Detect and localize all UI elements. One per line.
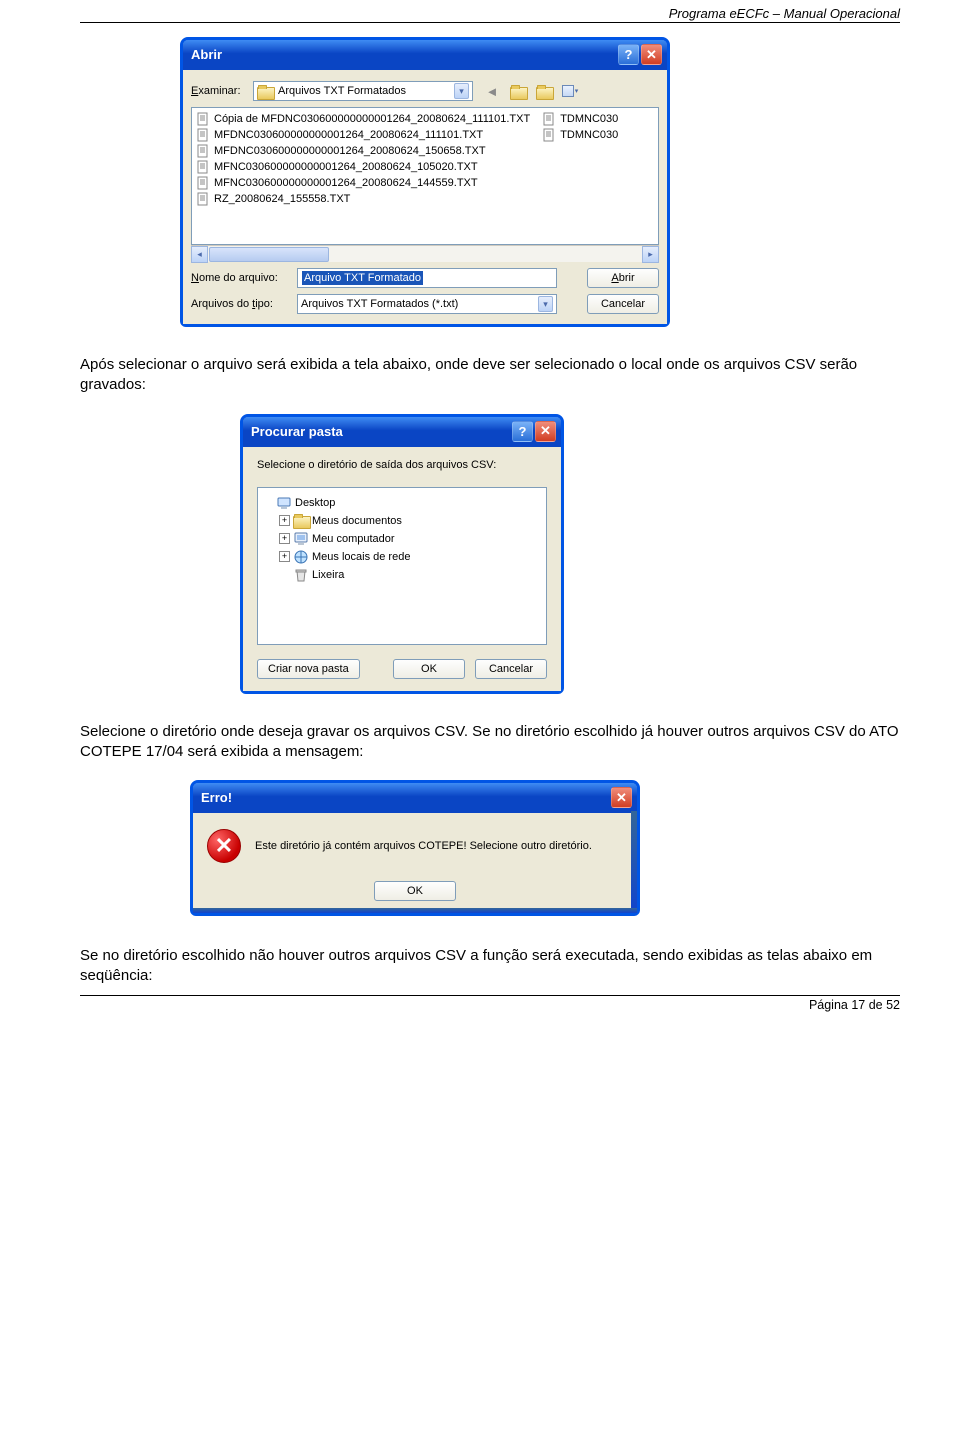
open-dialog-titlebar[interactable]: Abrir ? ✕: [183, 40, 667, 70]
file-name: MFNC030600000000001264_20080624_144559.T…: [214, 177, 478, 189]
page-header: Programa eECFc – Manual Operacional: [80, 0, 900, 22]
file-name: RZ_20080624_155558.TXT: [214, 193, 350, 205]
filename-value: Arquivo TXT Formatado: [302, 271, 423, 285]
paragraph-1: Após selecionar o arquivo será exibida a…: [80, 355, 900, 396]
error-dialog-title: Erro!: [201, 790, 609, 805]
back-icon[interactable]: ◄: [481, 80, 503, 102]
header-divider: [80, 22, 900, 23]
network-icon: [293, 549, 309, 565]
tree-item-label: Meus documentos: [312, 515, 402, 527]
text-file-icon: [196, 112, 210, 126]
file-name: TDMNC030: [560, 113, 618, 125]
file-item[interactable]: MFDNC030600000000001264_20080624_150658.…: [196, 144, 530, 158]
dialog-bottom-border: [193, 908, 637, 913]
tree-item[interactable]: + Meus documentos: [262, 512, 542, 530]
close-icon[interactable]: ✕: [641, 44, 662, 65]
filename-input[interactable]: Arquivo TXT Formatado: [297, 268, 557, 288]
ok-button[interactable]: OK: [374, 881, 456, 901]
file-item[interactable]: MFNC030600000000001264_20080624_144559.T…: [196, 176, 530, 190]
up-one-level-icon[interactable]: [507, 80, 529, 102]
new-folder-icon[interactable]: [533, 80, 555, 102]
tree-item[interactable]: Lixeira: [262, 566, 542, 584]
file-name: TDMNC030: [560, 129, 618, 141]
lookin-select[interactable]: Arquivos TXT Formatados ▾: [253, 81, 473, 101]
close-icon[interactable]: ✕: [611, 787, 632, 808]
filetype-label: Arquivos do tipo:: [191, 298, 291, 310]
file-item[interactable]: TDMNC030: [542, 128, 618, 142]
file-list[interactable]: Cópia de MFDNC030600000000001264_2008062…: [191, 107, 659, 245]
browse-folder-dialog: Procurar pasta ? ✕ Selecione o diretório…: [240, 414, 564, 694]
scroll-left-icon[interactable]: ◂: [191, 246, 208, 263]
computer-icon: [293, 531, 309, 547]
lookin-value: Arquivos TXT Formatados: [278, 85, 406, 97]
tree-expander-icon[interactable]: +: [279, 515, 290, 526]
file-name: Cópia de MFDNC030600000000001264_2008062…: [214, 113, 530, 125]
horizontal-scrollbar[interactable]: ◂ ▸: [191, 245, 659, 262]
filetype-select[interactable]: Arquivos TXT Formatados (*.txt) ▾: [297, 294, 557, 314]
file-item[interactable]: Cópia de MFDNC030600000000001264_2008062…: [196, 112, 530, 126]
filetype-value: Arquivos TXT Formatados (*.txt): [301, 298, 458, 310]
filename-label: Nome do arquivo:: [191, 272, 291, 284]
view-menu-icon[interactable]: ▾: [559, 80, 581, 102]
paragraph-2: Selecione o diretório onde deseja gravar…: [80, 722, 900, 763]
file-item[interactable]: RZ_20080624_155558.TXT: [196, 192, 530, 206]
file-item[interactable]: MFNC030600000000001264_20080624_105020.T…: [196, 160, 530, 174]
browse-dialog-titlebar[interactable]: Procurar pasta ? ✕: [243, 417, 561, 447]
scrollbar-thumb[interactable]: [209, 247, 329, 262]
folder-icon: [293, 513, 309, 529]
chevron-down-icon[interactable]: ▾: [454, 83, 469, 99]
ok-button[interactable]: OK: [393, 659, 465, 679]
dialog-right-border: [631, 811, 637, 913]
file-item[interactable]: TDMNC030: [542, 112, 618, 126]
paragraph-3: Se no diretório escolhido não houver out…: [80, 946, 900, 987]
browse-instruction: Selecione o diretório de saída dos arqui…: [257, 459, 547, 471]
close-icon[interactable]: ✕: [535, 421, 556, 442]
cancel-button[interactable]: Cancelar: [587, 294, 659, 314]
file-item[interactable]: MFDNC030600000000001264_20080624_111101.…: [196, 128, 530, 142]
tree-item-label: Meu computador: [312, 533, 395, 545]
scroll-right-icon[interactable]: ▸: [642, 246, 659, 263]
open-button[interactable]: Abrir: [587, 268, 659, 288]
tree-item[interactable]: + Meu computador: [262, 530, 542, 548]
open-dialog-title: Abrir: [191, 47, 616, 62]
file-name: MFDNC030600000000001264_20080624_150658.…: [214, 145, 486, 157]
text-file-icon: [196, 128, 210, 142]
folder-tree[interactable]: Desktop + Meus documentos + Meu computador + M…: [257, 487, 547, 645]
error-icon: ✕: [207, 829, 241, 863]
desktop-icon: [276, 495, 292, 511]
page-footer: Página 17 de 52: [80, 995, 900, 1012]
open-file-dialog: Abrir ? ✕ Examinar: Arquivos TXT Formata…: [180, 37, 670, 327]
tree-expander-icon[interactable]: +: [279, 551, 290, 562]
help-icon[interactable]: ?: [618, 44, 639, 65]
tree-item-label: Lixeira: [312, 569, 344, 581]
chevron-down-icon[interactable]: ▾: [538, 296, 553, 312]
tree-item[interactable]: + Meus locais de rede: [262, 548, 542, 566]
cancel-button[interactable]: Cancelar: [475, 659, 547, 679]
file-name: MFNC030600000000001264_20080624_105020.T…: [214, 161, 478, 173]
text-file-icon: [542, 112, 556, 126]
help-icon[interactable]: ?: [512, 421, 533, 442]
folder-icon: [257, 85, 273, 98]
text-file-icon: [196, 144, 210, 158]
error-message: Este diretório já contém arquivos COTEPE…: [255, 840, 592, 852]
text-file-icon: [196, 176, 210, 190]
trash-icon: [293, 567, 309, 583]
text-file-icon: [196, 192, 210, 206]
create-new-folder-button[interactable]: Criar nova pasta: [257, 659, 360, 679]
tree-item-label: Meus locais de rede: [312, 551, 410, 563]
browse-dialog-title: Procurar pasta: [251, 424, 510, 439]
error-dialog: Erro! ✕ ✕ Este diretório já contém arqui…: [190, 780, 640, 916]
text-file-icon: [196, 160, 210, 174]
tree-item-label: Desktop: [295, 497, 335, 509]
examine-label: Examinar:: [191, 85, 253, 97]
file-name: MFDNC030600000000001264_20080624_111101.…: [214, 129, 483, 141]
error-dialog-titlebar[interactable]: Erro! ✕: [193, 783, 637, 813]
tree-item[interactable]: Desktop: [262, 494, 542, 512]
text-file-icon: [542, 128, 556, 142]
tree-expander-icon[interactable]: +: [279, 533, 290, 544]
